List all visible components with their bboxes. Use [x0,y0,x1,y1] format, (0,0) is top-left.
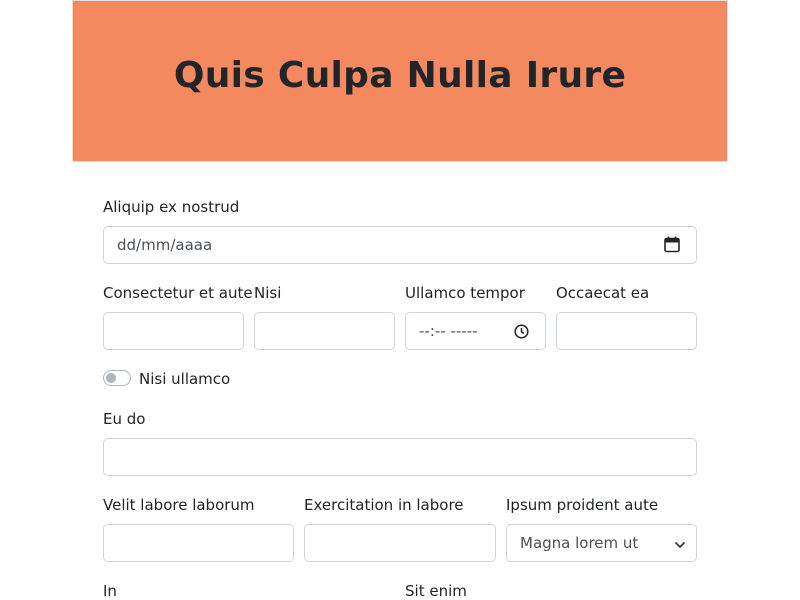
date-input-placeholder: dd/mm/aaaa [117,236,213,254]
clock-icon[interactable] [514,324,529,343]
time-input-placeholder: --:-- ----- [419,322,478,340]
eu-do-input[interactable] [103,438,697,476]
exercitation-input[interactable] [304,524,496,562]
consectetur-input[interactable] [103,312,244,350]
chevron-down-icon [674,537,686,555]
nisi-label: Nisi [254,284,282,302]
time-input[interactable]: --:-- ----- [405,312,546,350]
consectetur-label: Consectetur et aute [103,284,253,302]
ipsum-select[interactable]: Magna lorem ut [506,524,697,562]
date-input[interactable]: dd/mm/aaaa [103,226,697,264]
exercitation-label: Exercitation in labore [304,496,464,514]
toggle-label: Nisi ullamco [139,370,231,388]
occaecat-label: Occaecat ea [556,284,650,302]
page-title: Quis Culpa Nulla Irure [173,55,627,96]
page-header: Quis Culpa Nulla Irure [72,0,728,162]
toggle-knob [106,373,116,383]
in-label: In [103,582,117,600]
occaecat-input[interactable] [556,312,697,350]
velit-input[interactable] [103,524,294,562]
form-container: Quis Culpa Nulla Irure Aliquip ex nostru… [72,0,728,600]
velit-label: Velit labore laborum [103,496,255,514]
nisi-ullamco-toggle[interactable] [103,370,131,386]
date-field-label: Aliquip ex nostrud [103,198,240,216]
nisi-input[interactable] [254,312,395,350]
ipsum-select-value: Magna lorem ut [520,534,639,552]
ipsum-label: Ipsum proident aute [506,496,659,514]
eu-do-label: Eu do [103,410,146,428]
ullamco-tempor-label: Ullamco tempor [405,284,525,302]
sit-enim-label: Sit enim [405,582,467,600]
calendar-icon[interactable] [664,236,680,257]
